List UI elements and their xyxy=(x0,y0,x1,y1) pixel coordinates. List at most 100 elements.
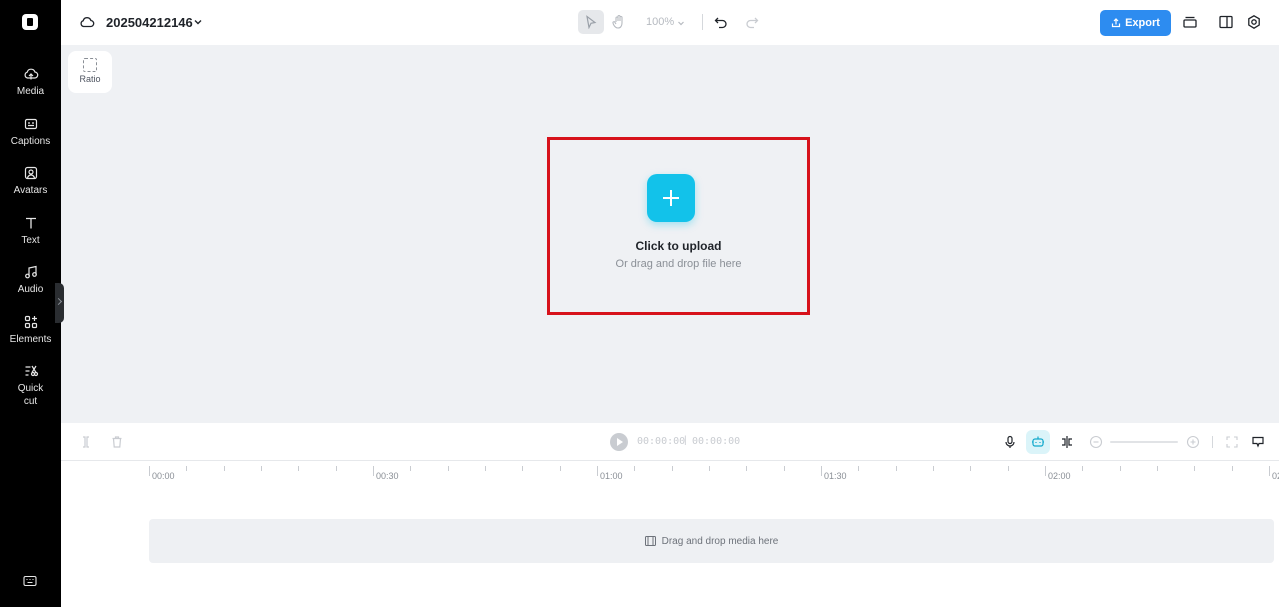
ruler-minor-tick xyxy=(858,466,859,471)
play-button[interactable] xyxy=(610,433,628,451)
ruler-minor-tick xyxy=(336,466,337,471)
ruler-tick xyxy=(373,466,374,476)
avatar-icon xyxy=(24,166,37,180)
plus-icon xyxy=(663,190,679,206)
ruler-label: 01:00 xyxy=(600,471,623,481)
toolbar-divider xyxy=(1212,436,1213,448)
keyboard-icon[interactable] xyxy=(23,574,37,588)
sidebar-item-label: Audio xyxy=(17,284,44,295)
ruler-minor-tick xyxy=(261,466,262,471)
film-icon xyxy=(644,536,656,546)
sidebar-item-label: Text xyxy=(21,235,40,246)
upload-title: Click to upload xyxy=(635,239,722,253)
ruler-minor-tick xyxy=(970,466,971,471)
canvas-area: Ratio Click to upload Or drag and drop f… xyxy=(61,45,1279,423)
upload-button[interactable] xyxy=(647,174,695,222)
ruler-minor-tick xyxy=(746,466,747,471)
sidebar-item-text[interactable]: Text xyxy=(0,215,61,247)
ruler-minor-tick xyxy=(1157,466,1158,471)
ruler-minor-tick xyxy=(709,466,710,471)
undo-icon[interactable] xyxy=(714,15,728,29)
ruler-minor-tick xyxy=(896,466,897,471)
ruler-minor-tick xyxy=(1008,466,1009,471)
ai-assist-button[interactable] xyxy=(1026,430,1050,454)
ruler-label: 00:00 xyxy=(152,471,175,481)
ruler-minor-tick xyxy=(560,466,561,471)
ruler-tick xyxy=(821,466,822,476)
collapse-panel-handle[interactable] xyxy=(55,283,64,323)
cloud-upload-icon xyxy=(24,68,38,80)
select-tool-button[interactable] xyxy=(578,10,604,34)
ruler-minor-tick xyxy=(522,466,523,471)
time-separator: | xyxy=(684,435,687,446)
zoom-in-icon[interactable] xyxy=(1186,435,1200,449)
chevron-down-icon[interactable] xyxy=(677,19,685,27)
sidebar-item-label: Captions xyxy=(10,136,51,147)
track-placeholder: Drag and drop media here xyxy=(661,535,779,547)
left-sidebar: Media Captions Avatars Text Audio Elemen… xyxy=(0,0,61,607)
trash-icon[interactable] xyxy=(110,435,124,449)
sidebar-item-label: Quick cut xyxy=(17,383,44,407)
project-name[interactable]: 202504212146 xyxy=(106,15,193,30)
ruler-minor-tick xyxy=(672,466,673,471)
elements-icon xyxy=(24,315,37,329)
toolbar-divider xyxy=(702,14,703,30)
settings-icon[interactable] xyxy=(1246,14,1262,30)
ruler-minor-tick xyxy=(485,466,486,471)
redo-icon[interactable] xyxy=(745,15,759,29)
app-logo[interactable] xyxy=(22,14,38,30)
ratio-label: Ratio xyxy=(79,74,101,84)
sidebar-item-quick-cut[interactable]: Quick cut xyxy=(0,363,61,408)
captions-icon xyxy=(24,118,37,130)
layers-icon[interactable] xyxy=(1182,14,1198,30)
ruler-label: 00:30 xyxy=(376,471,399,481)
microphone-icon[interactable] xyxy=(1003,435,1017,449)
robot-icon xyxy=(1032,436,1044,447)
ruler-tick xyxy=(1045,466,1046,476)
ratio-button[interactable]: Ratio xyxy=(68,51,112,93)
current-time: 00:00:00 xyxy=(637,436,686,447)
cloud-icon[interactable] xyxy=(79,14,95,30)
chevron-down-icon[interactable] xyxy=(193,17,203,27)
ruler-minor-tick xyxy=(186,466,187,471)
sidebar-item-media[interactable]: Media xyxy=(0,66,61,98)
ruler-minor-tick xyxy=(634,466,635,471)
media-track-dropzone[interactable]: Drag and drop media here xyxy=(149,519,1274,563)
sidebar-item-audio[interactable]: Audio xyxy=(0,264,61,296)
ratio-icon xyxy=(83,58,97,72)
split-panel-icon[interactable] xyxy=(1218,14,1234,30)
ruler-label: 01:30 xyxy=(824,471,847,481)
comment-icon[interactable] xyxy=(1251,435,1265,449)
fullscreen-icon[interactable] xyxy=(1225,435,1239,449)
sidebar-item-label: Media xyxy=(16,86,45,97)
timeline-toolbar: 00:00:00 | 00:00:00 xyxy=(61,423,1279,461)
ruler-minor-tick xyxy=(448,466,449,471)
total-time: 00:00:00 xyxy=(692,436,741,447)
pointer-icon xyxy=(586,15,597,29)
ruler-minor-tick xyxy=(933,466,934,471)
sidebar-item-captions[interactable]: Captions xyxy=(0,116,61,148)
ruler-tick xyxy=(1269,466,1270,476)
upload-dropzone[interactable]: Click to upload Or drag and drop file he… xyxy=(547,137,810,315)
upload-subtitle: Or drag and drop file here xyxy=(615,258,742,270)
export-button[interactable]: Export xyxy=(1100,10,1171,36)
zoom-out-icon[interactable] xyxy=(1089,435,1103,449)
sidebar-item-elements[interactable]: Elements xyxy=(0,314,61,346)
split-icon[interactable] xyxy=(79,435,93,449)
split-align-icon[interactable] xyxy=(1060,435,1074,449)
ruler-minor-tick xyxy=(1232,466,1233,471)
hand-icon[interactable] xyxy=(612,14,626,30)
ruler-minor-tick xyxy=(1120,466,1121,471)
sidebar-item-avatars[interactable]: Avatars xyxy=(0,165,61,197)
zoom-level[interactable]: 100% xyxy=(646,16,674,28)
ruler-minor-tick xyxy=(410,466,411,471)
ruler-tick xyxy=(149,466,150,476)
export-icon xyxy=(1111,18,1121,28)
top-bar: 202504212146 100% Export xyxy=(61,0,1279,45)
text-icon xyxy=(25,217,36,229)
ruler-label: 02 xyxy=(1272,471,1279,481)
timeline-ruler[interactable]: 00:00 00:30 01:00 01:30 02:00 02 xyxy=(61,462,1279,486)
ruler-minor-tick xyxy=(298,466,299,471)
ruler-label: 02:00 xyxy=(1048,471,1071,481)
timeline-zoom-slider[interactable] xyxy=(1110,441,1178,443)
